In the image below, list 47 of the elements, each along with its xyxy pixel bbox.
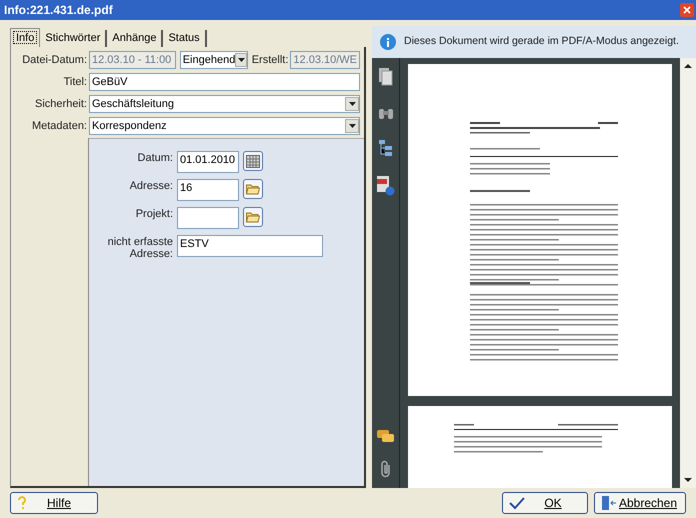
tree-icon[interactable]	[378, 140, 392, 156]
field-label: Projekt:	[134, 207, 173, 220]
close-button[interactable]	[680, 3, 694, 17]
folder-icon	[246, 211, 260, 223]
metadata-dropdown[interactable]: Korrespondenz	[89, 117, 360, 135]
created-field[interactable]: 12.03.10/WE	[290, 51, 360, 69]
field-label: Datum:	[136, 151, 173, 164]
tab[interactable]: Anhänge	[107, 30, 164, 47]
notice-text: Dieses Dokument wird gerade im PDF/A-Modus angezeigt.	[404, 34, 679, 50]
dialog-button[interactable]: Hilfe	[10, 492, 98, 514]
binoculars-icon[interactable]	[378, 106, 394, 120]
pdf-info-icon[interactable]	[376, 176, 394, 196]
input-field[interactable]: 16	[177, 179, 239, 201]
field-label: Metadaten:	[30, 118, 87, 134]
calendar-button[interactable]	[243, 151, 263, 171]
folder-icon	[246, 183, 260, 195]
date-field[interactable]: 01.01.2010	[177, 151, 239, 173]
tab[interactable]: Stichwörter	[40, 30, 108, 47]
tab[interactable]: Status	[163, 30, 207, 47]
tab[interactable]: Info	[10, 28, 40, 47]
field-label: Adresse:	[128, 179, 173, 192]
security-dropdown[interactable]: Geschäftsleitung	[89, 95, 360, 113]
field-label: Titel:	[62, 74, 87, 90]
info-icon	[380, 34, 396, 50]
exit-door-icon	[601, 495, 617, 511]
date-field[interactable]: 12.03.10 - 11:00	[89, 51, 176, 69]
comments-icon[interactable]	[376, 430, 394, 444]
checkmark-icon	[509, 496, 525, 510]
direction-dropdown[interactable]: Eingehend	[180, 51, 248, 69]
scrollbar[interactable]	[680, 58, 696, 488]
folder-button[interactable]	[243, 179, 263, 199]
calendar-icon	[246, 154, 260, 168]
pages-icon[interactable]	[378, 68, 392, 86]
paperclip-icon[interactable]	[378, 460, 392, 478]
field-label: nicht erfasste Adresse:	[106, 235, 173, 260]
field-label: Erstellt:	[252, 52, 288, 68]
field-label: Datei-Datum:	[21, 52, 87, 68]
field-label: Sicherheit:	[34, 96, 87, 112]
folder-button[interactable]	[243, 207, 263, 227]
address-field[interactable]: ESTV	[177, 235, 323, 257]
title-field[interactable]: GeBüV	[89, 73, 360, 91]
dialog-button[interactable]: OK	[502, 492, 588, 514]
dialog-button[interactable]: Abbrechen	[594, 492, 686, 514]
question-mark-icon	[17, 496, 27, 510]
window-title: Info:221.431.de.pdf	[4, 2, 113, 19]
input-field[interactable]	[177, 207, 239, 229]
close-icon	[683, 6, 691, 14]
